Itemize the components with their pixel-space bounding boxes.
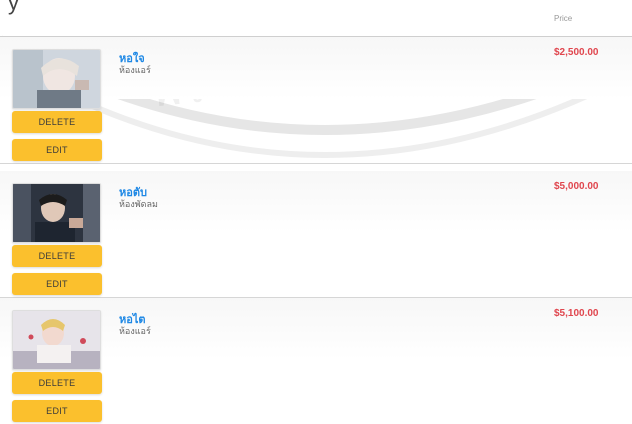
delete-button[interactable]: DELETE [12, 245, 102, 267]
item-thumbnail [12, 310, 101, 370]
item-price: $5,100.00 [554, 308, 599, 319]
portrait-image [13, 184, 100, 242]
item-subtitle: ห้องพัดลม [119, 200, 158, 210]
price-column-header: Price [554, 14, 573, 23]
portrait-image [13, 50, 100, 108]
list-item: DELETE EDIT หอตับ ห้องพัดลม $5,000.00 [0, 171, 632, 298]
edit-button[interactable]: EDIT [12, 273, 102, 295]
list-header: y Price [0, 0, 632, 37]
list-item: DELETE EDIT หอใจ ห้องแอร์ $2,500.00 [0, 37, 632, 164]
delete-button[interactable]: DELETE [12, 372, 102, 394]
page-title: y [8, 0, 19, 15]
edit-button[interactable]: EDIT [12, 139, 102, 161]
list-item: DELETE EDIT หอไต ห้องแอร์ $5,100.00 [0, 298, 632, 424]
item-price: $2,500.00 [554, 47, 599, 58]
edit-button[interactable]: EDIT [12, 400, 102, 422]
item-subtitle: ห้องแอร์ [119, 66, 151, 76]
portrait-image [13, 311, 100, 369]
item-thumbnail [12, 183, 101, 243]
delete-button[interactable]: DELETE [12, 111, 102, 133]
item-subtitle: ห้องแอร์ [119, 327, 151, 337]
item-price: $5,000.00 [554, 181, 599, 192]
item-thumbnail [12, 49, 101, 109]
